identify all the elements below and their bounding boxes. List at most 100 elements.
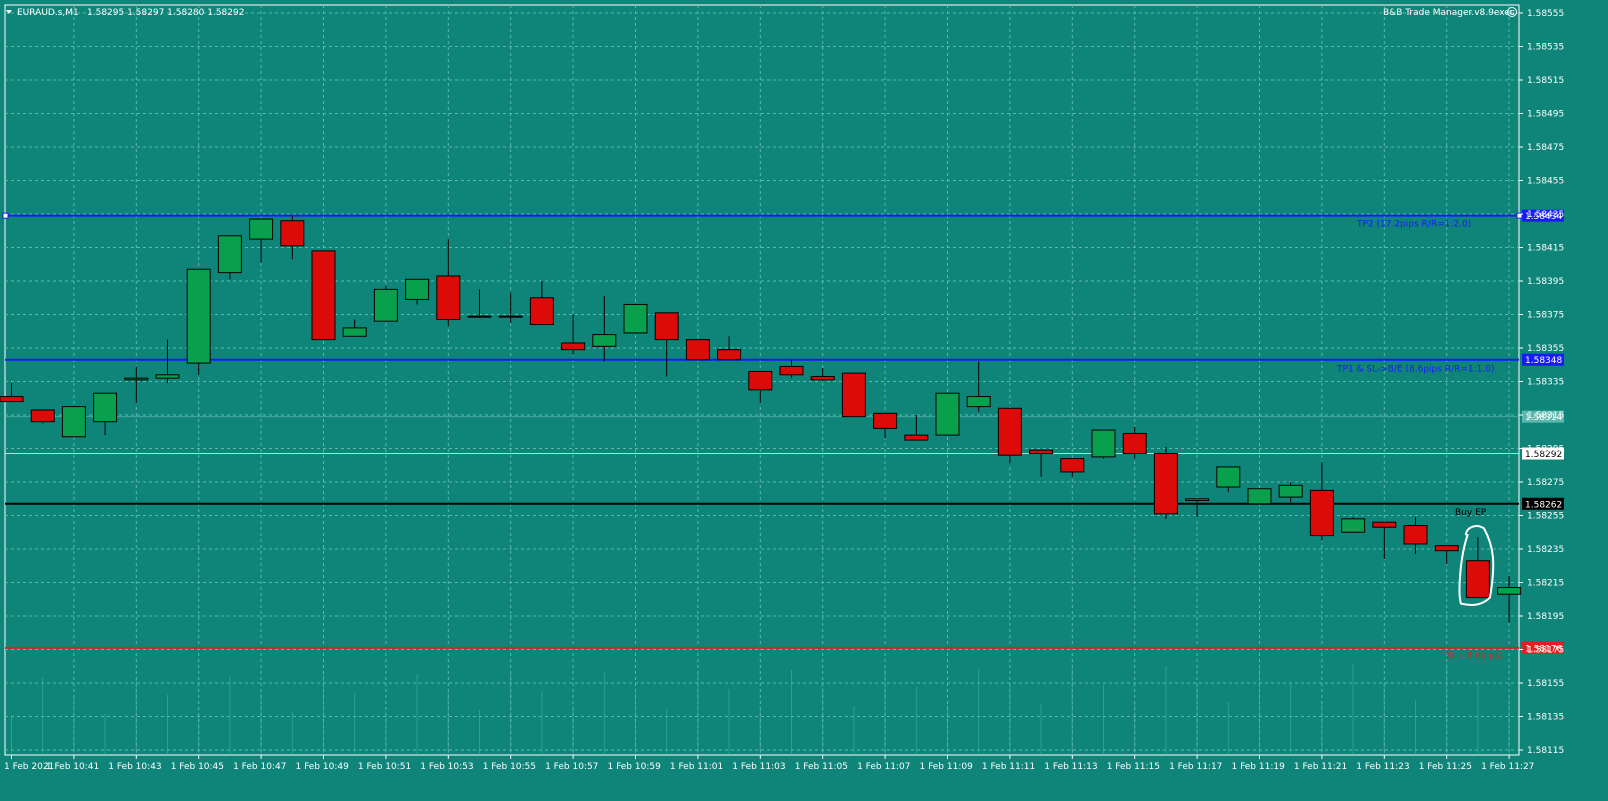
y-tick-label: 1.58175 <box>1527 646 1564 656</box>
candle-body <box>1403 525 1428 545</box>
candle-body <box>1434 545 1459 552</box>
candle <box>685 339 710 361</box>
x-tick-label: 1 Feb 10:55 <box>483 762 536 772</box>
candle-body <box>935 392 960 436</box>
x-tick-label: 1 Feb 11:07 <box>857 762 910 772</box>
y-tick-label: 1.58395 <box>1527 277 1564 287</box>
y-tick-label: 1.58215 <box>1527 579 1564 589</box>
trading-chart[interactable]: 1.58434 TP2 (17.2pips R/R=1:2.0) 1.58348 TP… <box>0 0 1608 801</box>
candle-body <box>561 342 586 351</box>
level-label: Buy EP <box>1455 508 1487 518</box>
candle <box>623 303 648 334</box>
y-tick-label: 1.58555 <box>1527 9 1564 19</box>
candle-body <box>717 349 742 361</box>
y-tick-label: 1.58475 <box>1527 143 1564 153</box>
candle-body <box>373 288 398 322</box>
x-tick-label: 1 Feb 11:03 <box>732 762 785 772</box>
y-tick-label: 1.58155 <box>1527 679 1564 689</box>
candle <box>1247 488 1272 505</box>
candle-body <box>61 406 86 438</box>
candle-body <box>217 235 242 274</box>
x-tick-label: 1 Feb 11:09 <box>920 762 974 772</box>
x-tick-label: 1 Feb 10:43 <box>108 762 161 772</box>
x-tick-label: 1 Feb 11:17 <box>1169 762 1222 772</box>
y-tick-label: 1.58275 <box>1527 478 1564 488</box>
candle <box>810 368 835 382</box>
price-box-label: 1.58348 <box>1525 356 1562 366</box>
x-tick-label: 1 Feb 11:01 <box>670 762 723 772</box>
y-tick-label: 1.58135 <box>1527 713 1564 723</box>
x-tick-label: 1 Feb 10:47 <box>233 762 286 772</box>
candle <box>1029 449 1054 477</box>
candle <box>779 359 804 379</box>
candle <box>1465 537 1490 599</box>
candle-body <box>436 275 461 321</box>
candle <box>498 292 523 323</box>
y-tick-label: 1.58295 <box>1527 445 1564 455</box>
candle <box>904 415 929 441</box>
candle <box>280 215 305 260</box>
candle-body <box>966 396 991 408</box>
x-tick-label: 1 Feb 10:49 <box>296 762 350 772</box>
x-tick-label: 1 Feb 11:21 <box>1294 762 1347 772</box>
candle <box>654 312 679 377</box>
y-tick-label: 1.58335 <box>1527 378 1564 388</box>
ohlc-readout: 1.58295 1.58297 1.58280 1.58292 <box>87 8 244 18</box>
candle-body <box>93 392 118 423</box>
candle <box>1185 498 1210 518</box>
candle-body <box>311 250 336 341</box>
candle-body <box>623 303 648 334</box>
candle-body <box>873 412 898 429</box>
y-tick-label: 1.58535 <box>1527 43 1564 53</box>
candle <box>249 218 274 263</box>
y-tick-label: 1.58515 <box>1527 76 1564 86</box>
tick-volume-bars <box>11 663 1510 755</box>
candle <box>217 235 242 280</box>
level-handle[interactable] <box>2 212 9 219</box>
candle-body <box>904 434 929 441</box>
candle-body <box>30 409 55 423</box>
candle <box>1122 426 1147 459</box>
candle-body <box>748 370 773 391</box>
y-tick-label: 1.58375 <box>1527 311 1564 321</box>
x-tick-label: 1 Feb 10:53 <box>420 762 473 772</box>
candle <box>1403 517 1428 555</box>
candle-body <box>1216 466 1241 488</box>
candle <box>186 268 211 375</box>
candle <box>1216 466 1241 493</box>
candle-body <box>685 339 710 361</box>
ea-name-label: B&B Trade Manager.v8.9exec <box>1383 8 1515 18</box>
candle <box>467 289 492 318</box>
y-tick-label: 1.58495 <box>1527 110 1564 120</box>
y-tick-label: 1.58255 <box>1527 512 1564 522</box>
candle <box>1153 446 1178 519</box>
candle <box>311 250 336 341</box>
candle-body <box>124 377 149 381</box>
candle <box>0 383 24 403</box>
x-tick-label: 1 Feb 11:13 <box>1044 762 1097 772</box>
candle <box>61 406 86 438</box>
x-tick-label: 1 Feb 10:51 <box>358 762 411 772</box>
trade-levels[interactable]: 1.58434TP2 (17.2pips R/R=1:2.0)1.58348TP… <box>2 209 1564 661</box>
candle <box>155 339 180 384</box>
candle <box>373 286 398 322</box>
candle <box>748 370 773 404</box>
candle <box>1434 545 1459 565</box>
symbol-label: EURAUD.s,M1 <box>17 8 79 18</box>
chart-canvas[interactable]: 1.58434TP2 (17.2pips R/R=1:2.0)1.58348TP… <box>0 0 1608 801</box>
candle-body <box>997 407 1022 456</box>
y-tick-label: 1.58455 <box>1527 177 1564 187</box>
y-tick-label: 1.58315 <box>1527 411 1564 421</box>
x-tick-label: 1 Feb 11:11 <box>982 762 1035 772</box>
y-tick-label: 1.58415 <box>1527 244 1564 254</box>
candle <box>592 296 617 362</box>
y-tick-label: 1.58115 <box>1527 746 1564 756</box>
candle-body <box>186 268 211 364</box>
x-tick-label: 1 Feb 10:41 <box>46 762 99 772</box>
candle-body <box>1122 432 1147 455</box>
candle <box>124 366 149 404</box>
candle-body <box>342 327 367 337</box>
x-tick-label: 1 Feb 11:05 <box>795 762 848 772</box>
x-tick-label: 1 Feb 10:45 <box>171 762 224 772</box>
candle-body <box>249 218 274 240</box>
